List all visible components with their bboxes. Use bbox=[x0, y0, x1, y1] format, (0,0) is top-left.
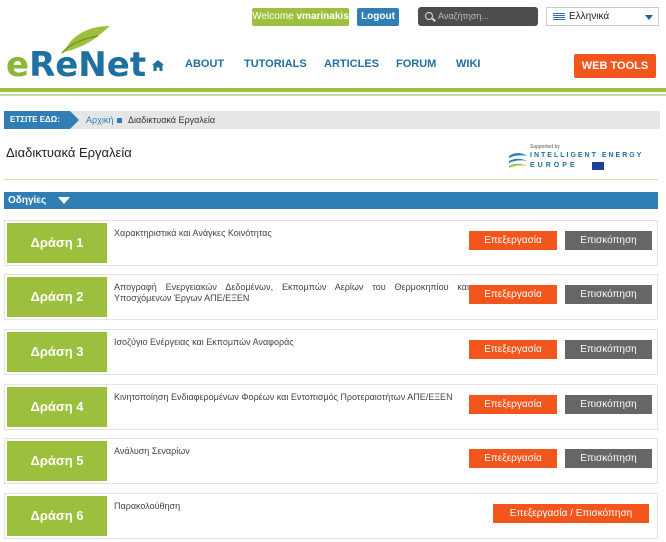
edit-button[interactable]: Επεξεργασία bbox=[469, 231, 557, 250]
action-row-6: Δράση 6 Παρακολούθηση Επεξεργασία / Επισ… bbox=[4, 493, 658, 539]
logo-text: eReNet bbox=[6, 48, 146, 82]
view-button[interactable]: Επισκόπηση bbox=[565, 449, 652, 468]
logo-rest: ReNet bbox=[29, 45, 147, 85]
view-button[interactable]: Επισκόπηση bbox=[565, 231, 652, 250]
breadcrumb-current: Διαδικτυακά Εργαλεία bbox=[128, 115, 216, 125]
action-label: Δράση 3 bbox=[7, 332, 107, 372]
nav-wiki[interactable]: WIKI bbox=[456, 58, 480, 70]
home-icon[interactable] bbox=[152, 60, 164, 71]
view-button[interactable]: Επισκόπηση bbox=[565, 285, 652, 304]
logout-button[interactable]: Logout bbox=[357, 8, 399, 26]
breadcrumb: ΕΤΣΙΤΕ ΕΔΩ: Αρχική Διαδικτυακά Εργαλεία bbox=[4, 111, 660, 129]
action-row-3: Δράση 3 Ισοζύγιο Ενέργειας και Εκπομπών … bbox=[4, 329, 658, 375]
breadcrumb-label: ΕΤΣΙΤΕ ΕΔΩ: bbox=[4, 111, 70, 129]
page-title: Διαδικτυακά Εργαλεία bbox=[6, 145, 132, 160]
welcome-prefix: Welcome bbox=[252, 11, 294, 22]
title-divider bbox=[4, 179, 658, 180]
action-row-1: Δράση 1 Χαρακτηριστικά και Ανάγκες Κοινό… bbox=[4, 220, 658, 266]
action-label: Δράση 2 bbox=[7, 277, 107, 317]
instructions-label: Οδηγίες bbox=[8, 195, 47, 206]
action-row-5: Δράση 5 Ανάλυση Σεναρίων Επεξεργασία Επι… bbox=[4, 438, 658, 484]
username: vmarinakis bbox=[296, 11, 349, 22]
language-select[interactable]: Ελληνικά bbox=[546, 7, 659, 26]
action-description: Ισοζύγιο Ενέργειας και Εκπομπών Αναφοράς bbox=[114, 337, 294, 347]
breadcrumb-arrow bbox=[70, 111, 79, 129]
action-description: Χαρακτηριστικά και Ανάγκες Κοινότητας bbox=[114, 228, 272, 238]
action-label: Δράση 1 bbox=[7, 223, 107, 263]
sponsor-swoosh-icon bbox=[509, 153, 527, 168]
view-button[interactable]: Επισκόπηση bbox=[565, 395, 652, 414]
web-tools-button[interactable]: WEB TOOLS bbox=[574, 54, 656, 78]
header-divider-thin bbox=[0, 94, 666, 96]
breadcrumb-separator bbox=[117, 118, 122, 123]
search-input[interactable]: Αναζήτηση... bbox=[418, 7, 538, 26]
breadcrumb-home-link[interactable]: Αρχική bbox=[86, 111, 113, 129]
logo-letter: e bbox=[6, 45, 30, 85]
action-label: Δράση 4 bbox=[7, 387, 107, 427]
action-description: Ανάλυση Σεναρίων bbox=[114, 446, 190, 456]
edit-view-button[interactable]: Επεξεργασία / Επισκόπηση bbox=[493, 504, 649, 523]
action-description: Κινητοποίηση Ενδιαφερομένων Φορέων και Ε… bbox=[114, 392, 453, 402]
nav-tutorials[interactable]: TUTORIALS bbox=[244, 58, 307, 70]
action-description: Παρακολούθηση bbox=[114, 501, 181, 511]
chevron-down-icon bbox=[645, 15, 653, 20]
search-placeholder: Αναζήτηση... bbox=[438, 11, 489, 21]
action-description: Απογραφή Ενεργειακών Δεδομένων, Εκπομπών… bbox=[114, 282, 469, 303]
edit-button[interactable]: Επεξεργασία bbox=[469, 285, 557, 304]
action-row-4: Δράση 4 Κινητοποίηση Ενδιαφερομένων Φορέ… bbox=[4, 384, 658, 430]
greek-flag-icon bbox=[553, 13, 565, 21]
action-row-2: Δράση 2 Απογραφή Ενεργειακών Δεδομένων, … bbox=[4, 274, 658, 320]
sponsor-logo: Supported by INTELLIGENT ENERGY EUROPE bbox=[506, 144, 656, 174]
nav-forum[interactable]: FORUM bbox=[396, 58, 436, 70]
sponsor-line1: INTELLIGENT ENERGY bbox=[530, 152, 644, 159]
nav-about[interactable]: ABOUT bbox=[185, 58, 224, 70]
edit-button[interactable]: Επεξεργασία bbox=[469, 340, 557, 359]
nav-articles[interactable]: ARTICLES bbox=[324, 58, 379, 70]
site-header: eReNet Welcome vmarinakis Logout Αναζήτη… bbox=[0, 0, 666, 98]
supported-by-label: Supported by bbox=[530, 144, 560, 150]
welcome-badge: Welcome vmarinakis bbox=[252, 8, 349, 26]
erenet-logo[interactable]: eReNet bbox=[4, 12, 146, 84]
triangle-down-icon bbox=[58, 197, 70, 204]
action-label: Δράση 6 bbox=[7, 496, 107, 536]
edit-button[interactable]: Επεξεργασία bbox=[469, 395, 557, 414]
instructions-toggle[interactable]: Οδηγίες bbox=[4, 192, 658, 209]
view-button[interactable]: Επισκόπηση bbox=[565, 340, 652, 359]
search-icon bbox=[425, 12, 433, 20]
language-value: Ελληνικά bbox=[569, 11, 610, 22]
edit-button[interactable]: Επεξεργασία bbox=[469, 449, 557, 468]
eu-flag-icon bbox=[592, 162, 604, 170]
header-divider bbox=[0, 88, 666, 92]
action-label: Δράση 5 bbox=[7, 441, 107, 481]
sponsor-line2: EUROPE bbox=[530, 162, 578, 169]
